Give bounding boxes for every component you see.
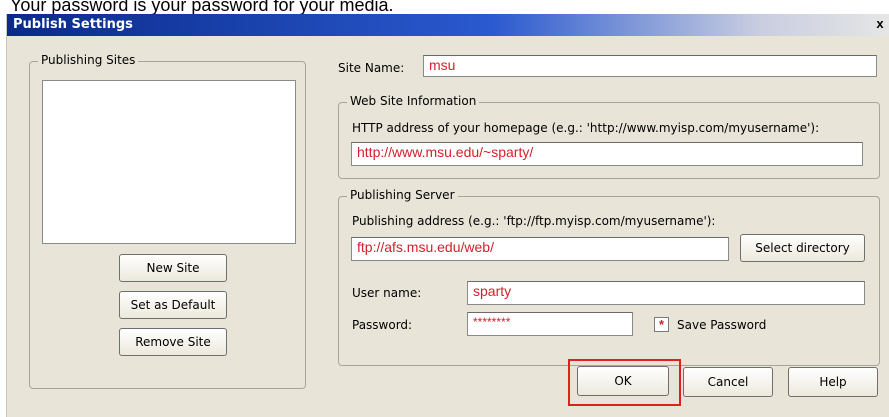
close-icon[interactable]: x (872, 16, 888, 32)
new-site-button[interactable]: New Site (119, 254, 227, 282)
remove-site-button[interactable]: Remove Site (119, 328, 227, 356)
cancel-button[interactable]: Cancel (683, 367, 773, 397)
user-name-field[interactable]: sparty (467, 281, 865, 305)
password-label: Password: (352, 318, 413, 332)
publishing-server-legend: Publishing Server (347, 188, 458, 202)
http-address-field[interactable]: http://www.msu.edu/~sparty/ (351, 142, 863, 166)
password-field[interactable]: ******** (467, 312, 633, 336)
publishing-sites-legend: Publishing Sites (38, 53, 139, 67)
web-site-information-legend: Web Site Information (347, 94, 480, 108)
user-name-label: User name: (352, 286, 422, 300)
web-site-information-group: Web Site Information HTTP address of you… (338, 94, 880, 179)
help-button[interactable]: Help (788, 367, 878, 397)
title-bar[interactable]: Publish Settings x (7, 14, 889, 36)
select-directory-button[interactable]: Select directory (740, 234, 865, 262)
save-password-label: Save Password (677, 318, 767, 332)
publishing-sites-group: Publishing Sites New Site Set as Default… (29, 53, 306, 389)
save-password-checkbox[interactable]: * (654, 317, 669, 332)
dialog-title: Publish Settings (13, 17, 133, 32)
sites-list[interactable] (42, 80, 296, 244)
publishing-server-group: Publishing Server Publishing address (e.… (338, 188, 880, 366)
site-name-label: Site Name: (338, 61, 405, 75)
site-name-field[interactable]: msu (423, 55, 877, 77)
publish-settings-dialog: Publish Settings x Publishing Sites New … (6, 14, 889, 417)
ok-button[interactable]: OK (577, 366, 669, 396)
publishing-address-field[interactable]: ftp://afs.msu.edu/web/ (351, 237, 729, 261)
publishing-address-label: Publishing address (e.g.: 'ftp://ftp.myi… (352, 214, 716, 228)
http-address-label: HTTP address of your homepage (e.g.: 'ht… (352, 121, 820, 135)
set-as-default-button[interactable]: Set as Default (119, 291, 227, 319)
